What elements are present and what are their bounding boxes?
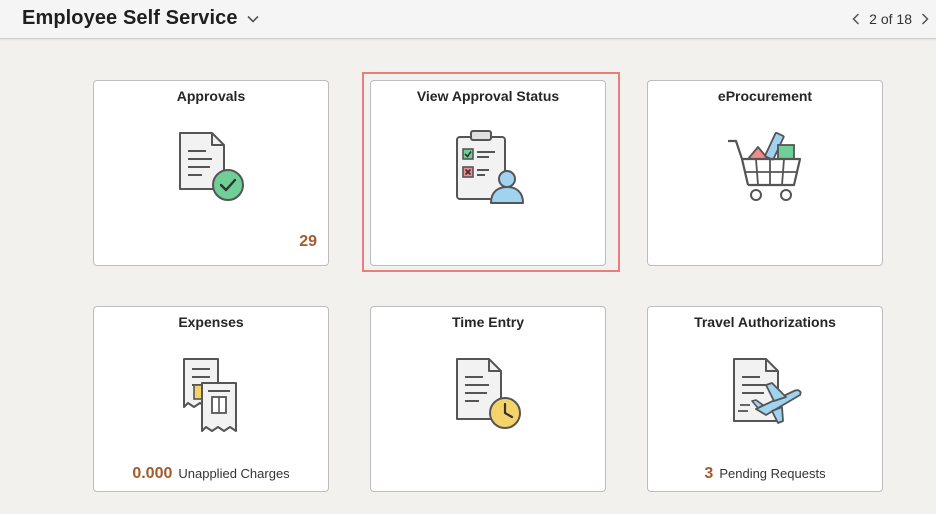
previous-page-button[interactable] (845, 5, 867, 33)
tile-approvals[interactable]: Approvals 29 (93, 80, 329, 266)
next-page-button[interactable] (914, 5, 936, 33)
document-airplane-icon (733, 358, 802, 424)
travel-footer: 3 Pending Requests (648, 465, 882, 483)
tile-title: Travel Authorizations (694, 314, 836, 330)
chevron-right-icon (921, 13, 929, 25)
unapplied-charges-label: Unapplied Charges (178, 466, 290, 481)
chevron-down-icon (246, 15, 259, 23)
tile-title: Expenses (178, 314, 244, 330)
tile-travel-authorizations[interactable]: Travel Authorizations 3 Pending Requests (647, 306, 883, 492)
document-clock-icon (456, 358, 521, 429)
page-title: Employee Self Service (22, 7, 238, 29)
tile-title: Approvals (176, 88, 246, 104)
page-header: Employee Self Service 2 of 18 (0, 0, 936, 39)
expenses-footer: 0.000 Unapplied Charges (94, 465, 328, 483)
tile-expenses[interactable]: Expenses 0.000 Unapplied Charges (93, 306, 329, 492)
tile-title: View Approval Status (416, 88, 560, 104)
homepage-pager: 2 of 18 (845, 0, 936, 38)
shopping-cart-icon (728, 131, 802, 201)
unapplied-charges-value: 0.000 (132, 465, 173, 482)
tile-time-entry[interactable]: Time Entry (370, 306, 606, 492)
pending-requests-value: 3 (704, 465, 714, 482)
receipts-icon (183, 358, 237, 432)
tile-title: Time Entry (451, 314, 525, 330)
page-indicator: 2 of 18 (869, 11, 912, 27)
tile-title: eProcurement (717, 88, 813, 104)
tile-view-approval-status[interactable]: View Approval Status (370, 80, 606, 266)
approvals-count: 29 (299, 233, 317, 250)
document-check-icon (179, 132, 244, 201)
homepage-selector[interactable]: Employee Self Service (22, 7, 259, 30)
tile-eprocurement[interactable]: eProcurement (647, 80, 883, 266)
pending-requests-label: Pending Requests (719, 466, 826, 481)
clipboard-user-icon (456, 130, 524, 204)
chevron-left-icon (852, 13, 860, 25)
